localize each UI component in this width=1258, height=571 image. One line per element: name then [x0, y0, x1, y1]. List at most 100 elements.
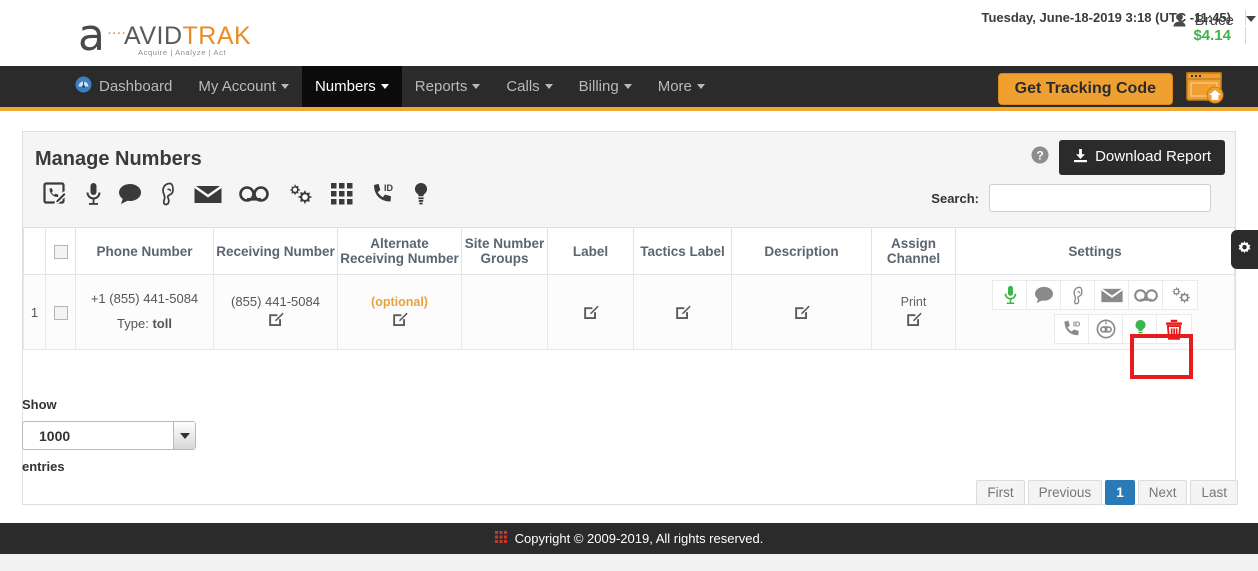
voicemail-icon[interactable] — [239, 185, 269, 206]
envelope-icon[interactable] — [193, 184, 223, 208]
nav-item-my-account[interactable]: My Account — [185, 66, 302, 107]
gear-icon — [1236, 240, 1253, 260]
cell-description — [731, 274, 872, 350]
col-tactics-label[interactable]: Tactics Label — [633, 228, 732, 275]
caller-id-phone-icon[interactable]: ID — [370, 182, 396, 209]
microphone-icon[interactable] — [86, 182, 101, 209]
chat-bubble-icon[interactable] — [118, 183, 142, 208]
settings-caller-id-phone-icon[interactable]: ID — [1054, 314, 1090, 344]
select-all-checkbox[interactable] — [53, 244, 68, 259]
whisper-ear-icon[interactable] — [159, 182, 177, 209]
panel-header: Manage Numbers ID ? Download Report Sear… — [23, 132, 1235, 228]
user-menu[interactable]: Bruce — [1156, 12, 1256, 31]
edit-square-icon[interactable] — [906, 311, 922, 330]
page-number-1-button[interactable]: 1 — [1105, 480, 1135, 505]
settings-whisper-ear-icon[interactable] — [1060, 280, 1096, 310]
row-select-cell — [45, 274, 76, 350]
page-first-button[interactable]: First — [976, 480, 1025, 505]
user-name-label: Bruce — [1194, 12, 1234, 29]
download-report-label: Download Report — [1095, 148, 1211, 165]
chevron-down-icon — [696, 84, 705, 89]
svg-text:ID: ID — [384, 183, 394, 193]
download-report-button[interactable]: Download Report — [1059, 140, 1225, 175]
page-last-button[interactable]: Last — [1190, 480, 1238, 505]
nav-item-dashboard[interactable]: Dashboard — [62, 66, 185, 107]
settings-robot-face-icon[interactable] — [1088, 314, 1124, 344]
row-index: 1 — [23, 274, 46, 350]
col-assign-channel[interactable]: Assign Channel — [871, 228, 956, 275]
panel-toolbar: ID — [43, 182, 446, 209]
col-phone-number[interactable]: Phone Number — [75, 228, 214, 275]
top-header-bar: a ···· AVIDTRAK Acquire | Analyze | Act … — [0, 0, 1258, 66]
col-site-number-groups[interactable]: Site Number Groups — [461, 228, 548, 275]
cell-site-number-groups — [461, 274, 548, 350]
avidtrak-logo[interactable]: a ···· AVIDTRAK Acquire | Analyze | Act — [78, 10, 251, 58]
gears-icon[interactable] — [286, 182, 314, 209]
col-description[interactable]: Description — [731, 228, 872, 275]
get-tracking-code-button[interactable]: Get Tracking Code — [997, 73, 1173, 105]
nav-item-numbers[interactable]: Numbers — [301, 66, 402, 107]
nav-item-reports[interactable]: Reports — [402, 66, 494, 107]
cell-receiving-number: (855) 441-5084 — [213, 274, 338, 350]
search-input[interactable] — [989, 184, 1211, 212]
svg-text:ID: ID — [1073, 320, 1081, 329]
nav-label: Dashboard — [99, 78, 173, 95]
settings-gears-icon[interactable] — [1162, 280, 1198, 310]
manage-numbers-panel: Manage Numbers ID ? Download Report Sear… — [22, 131, 1236, 505]
phone-type: Type: toll — [79, 312, 210, 337]
settings-lightbulb-icon[interactable] — [1122, 314, 1158, 344]
logo-avid-text: AVID — [124, 22, 183, 50]
lightbulb-icon[interactable] — [413, 182, 429, 209]
receiving-number-value: (855) 441-5084 — [231, 294, 320, 309]
pagination: First Previous 1 Next Last — [973, 480, 1238, 505]
cell-tactics-label — [633, 274, 732, 350]
copyright-text: Copyright © 2009-2019, All rights reserv… — [514, 531, 764, 546]
chevron-down-icon[interactable] — [173, 422, 195, 449]
table-header: Phone Number Receiving Number Alternate … — [23, 228, 1235, 275]
edit-square-icon[interactable] — [583, 304, 599, 323]
edit-square-icon[interactable] — [392, 311, 408, 330]
cell-settings: ID — [955, 274, 1235, 350]
numbers-table: Phone Number Receiving Number Alternate … — [23, 228, 1235, 350]
edit-square-icon[interactable] — [794, 304, 810, 323]
chevron-down-icon — [380, 84, 389, 89]
nav-label: Calls — [506, 78, 540, 95]
col-index — [23, 228, 46, 275]
col-settings[interactable]: Settings — [955, 228, 1235, 275]
phone-edit-icon[interactable] — [43, 182, 69, 209]
browser-window-home-icon[interactable] — [1184, 71, 1226, 105]
page-next-button[interactable]: Next — [1137, 480, 1188, 505]
edit-square-icon[interactable] — [675, 304, 691, 323]
settings-trash-delete-icon[interactable] — [1156, 314, 1192, 344]
chevron-down-icon — [1246, 16, 1256, 22]
question-circle-icon[interactable]: ? — [1031, 146, 1049, 167]
nav-item-billing[interactable]: Billing — [566, 66, 645, 107]
settings-voicemail-icon[interactable] — [1128, 280, 1164, 310]
nav-item-calls[interactable]: Calls — [493, 66, 565, 107]
logo-tagline: Acquire | Analyze | Act — [138, 48, 227, 57]
bottom-spacer — [0, 554, 1258, 571]
col-label[interactable]: Label — [547, 228, 634, 275]
col-alternate-receiving-number[interactable]: Alternate Receiving Number — [337, 228, 462, 275]
settings-side-tab[interactable] — [1231, 230, 1258, 269]
settings-microphone-icon[interactable] — [992, 280, 1028, 310]
col-receiving-number[interactable]: Receiving Number — [213, 228, 338, 275]
row-checkbox[interactable] — [53, 305, 68, 320]
edit-square-icon[interactable] — [268, 311, 284, 330]
phone-type-value: toll — [152, 316, 172, 331]
settings-chat-bubble-icon[interactable] — [1026, 280, 1062, 310]
nav-label: Numbers — [314, 78, 376, 95]
entries-select-value: 1000 — [39, 427, 71, 444]
table-header-row: Phone Number Receiving Number Alternate … — [23, 228, 1235, 275]
search-group: Search: — [931, 184, 1211, 212]
chevron-down-icon — [623, 84, 632, 89]
alternate-number-value: (optional) — [371, 294, 428, 309]
entries-select[interactable]: 1000 — [22, 421, 196, 450]
settings-envelope-icon[interactable] — [1094, 280, 1130, 310]
keypad-grid-icon[interactable] — [331, 183, 353, 208]
search-label: Search: — [931, 190, 979, 206]
chevron-down-icon — [472, 84, 481, 89]
nav-item-more[interactable]: More — [645, 66, 718, 107]
page-previous-button[interactable]: Previous — [1027, 480, 1103, 505]
nav-label: More — [657, 78, 692, 95]
